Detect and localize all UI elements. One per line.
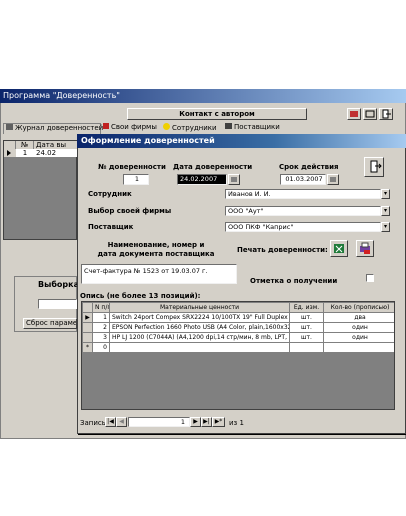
document-label: Наименование, номер и дата документа пос… <box>97 241 215 258</box>
inventory-label: Опись (не более 13 позиций): <box>80 292 201 300</box>
cell-item[interactable]: Switch 24port Compex SRX2224 10/100TX 19… <box>109 312 290 323</box>
cell-n[interactable]: 0 <box>92 342 110 353</box>
firm-label: Выбор своей фирмы <box>88 207 172 215</box>
new-record-button[interactable]: ▶* <box>212 417 225 427</box>
header-item: Материальные ценности <box>109 302 290 313</box>
next-record-button[interactable]: ▶ <box>190 417 201 427</box>
header-qty: Кол-во (прописью) <box>323 302 394 313</box>
table-row[interactable]: 2 EPSON Perfection 1660 Photo USB (A4 Co… <box>82 322 394 333</box>
current-record-input[interactable]: 1 <box>128 417 190 427</box>
cell-n[interactable]: 1 <box>92 312 110 323</box>
cell-item[interactable]: EPSON Perfection 1660 Photo USB (A4 Colo… <box>109 322 290 333</box>
journal-header-number: № <box>16 141 34 149</box>
inventory-grid: N п/п Материальные ценности Ед. изм. Кол… <box>81 301 395 410</box>
journal-header-date: Дата вы <box>34 141 78 149</box>
cell-item[interactable]: HP LJ 1200 (C7044A) (A4,1200 dpi,14 стр/… <box>109 332 290 343</box>
cell-qty[interactable]: один <box>323 332 394 343</box>
tab-label: Журнал доверенностей <box>15 124 104 132</box>
cell-unit[interactable]: шт. <box>289 332 324 343</box>
employee-combo[interactable]: Иванов И. И. <box>225 189 381 199</box>
supplier-document-input[interactable]: Счет-фактура № 1523 от 19.03.07 г. <box>81 264 237 284</box>
header-unit: Ед. изм. <box>289 302 324 313</box>
cell-qty[interactable]: два <box>323 312 394 323</box>
tab-label: Поставщики <box>234 123 280 131</box>
last-record-button[interactable]: ▶| <box>201 417 212 427</box>
cell-n[interactable]: 3 <box>92 332 110 343</box>
received-label: Отметка о получении <box>250 277 338 285</box>
main-window-title: Программа "Доверенность" <box>0 89 406 103</box>
tab-journal[interactable]: Журнал доверенностей <box>3 123 104 134</box>
tab-label: Сотрудники <box>172 124 217 132</box>
print-label: Печать доверенности: <box>237 246 328 254</box>
calendar-icon[interactable] <box>327 174 339 185</box>
calendar-icon[interactable] <box>228 174 240 185</box>
toolbar-window-icon[interactable] <box>363 108 377 120</box>
toolbar-chart-icon[interactable] <box>347 108 361 120</box>
grid-corner <box>4 141 16 149</box>
validity-label: Срок действия <box>279 163 339 171</box>
cell-unit[interactable] <box>289 342 324 353</box>
chevron-down-icon[interactable]: ▾ <box>381 206 390 216</box>
exit-door-icon <box>370 160 382 173</box>
exit-button[interactable] <box>364 157 384 177</box>
print-excel-button[interactable] <box>330 240 348 257</box>
printer-icon <box>360 242 370 254</box>
grid-header-row: N п/п Материальные ценности Ед. изм. Кол… <box>82 302 394 313</box>
cell-unit[interactable]: шт. <box>289 322 324 333</box>
number-input[interactable]: 1 <box>123 174 149 185</box>
print-word-button[interactable] <box>356 240 374 257</box>
table-row[interactable]: 3 HP LJ 1200 (C7044A) (A4,1200 dpi,14 ст… <box>82 332 394 343</box>
validity-input[interactable]: 01.03.2007 <box>280 174 326 185</box>
supplier-combo[interactable]: ООО ПКФ "Каприс" <box>225 222 381 232</box>
supplier-label: Поставщик <box>88 223 134 231</box>
journal-grid: № Дата вы 1 24.02 <box>3 140 78 240</box>
journal-icon <box>6 124 13 130</box>
tab-suppliers[interactable]: Поставщики <box>223 123 283 134</box>
reset-params-button[interactable]: Сброс парамет <box>23 318 77 329</box>
supplier-icon <box>225 123 232 129</box>
journal-cell-date[interactable]: 24.02 <box>34 149 78 157</box>
cell-item[interactable] <box>109 342 290 353</box>
tab-own-firms[interactable]: Свои фирмы <box>101 123 159 134</box>
chevron-down-icon[interactable]: ▾ <box>381 222 390 232</box>
contact-author-button[interactable]: Контакт с автором <box>127 108 307 120</box>
journal-cell-number[interactable]: 1 <box>16 149 34 157</box>
employee-label: Сотрудник <box>88 190 132 198</box>
smiley-icon <box>163 123 170 130</box>
number-label: № доверенности <box>98 163 166 171</box>
firm-icon <box>103 123 109 129</box>
chevron-down-icon[interactable]: ▾ <box>381 189 390 199</box>
cell-qty[interactable] <box>323 342 394 353</box>
cell-qty[interactable]: один <box>323 322 394 333</box>
cell-n[interactable]: 2 <box>92 322 110 333</box>
tab-label: Свои фирмы <box>111 123 157 131</box>
grid-corner <box>82 302 93 313</box>
table-row-new[interactable]: * 0 <box>82 342 394 353</box>
table-row[interactable]: ▶ 1 Switch 24port Compex SRX2224 10/100T… <box>82 312 394 323</box>
cell-unit[interactable]: шт. <box>289 312 324 323</box>
row-selector-icon: ▶ <box>82 312 93 323</box>
header-n: N п/п <box>92 302 110 313</box>
tab-employees[interactable]: Сотрудники <box>161 123 221 134</box>
selection-field[interactable] <box>38 299 77 309</box>
first-record-button[interactable]: |◀ <box>105 417 116 427</box>
date-label: Дата доверенности <box>173 163 253 171</box>
row-selector <box>82 332 93 343</box>
dialog-title: Оформление доверенностей <box>77 134 406 148</box>
new-row-asterisk-icon: * <box>82 342 93 353</box>
received-checkbox[interactable] <box>366 274 374 282</box>
toolbar-exit-icon[interactable] <box>379 108 393 120</box>
prev-record-button[interactable]: ◀ <box>116 417 127 427</box>
row-selector-icon <box>4 149 16 157</box>
row-selector <box>82 322 93 333</box>
record-label: Запись: <box>80 419 109 427</box>
record-total: из 1 <box>229 419 244 427</box>
date-input[interactable]: 24.02.2007 <box>177 174 227 185</box>
selection-group-label: Выборка <box>38 280 79 289</box>
excel-icon <box>334 244 344 253</box>
firm-combo[interactable]: ООО "Аут" <box>225 206 381 216</box>
